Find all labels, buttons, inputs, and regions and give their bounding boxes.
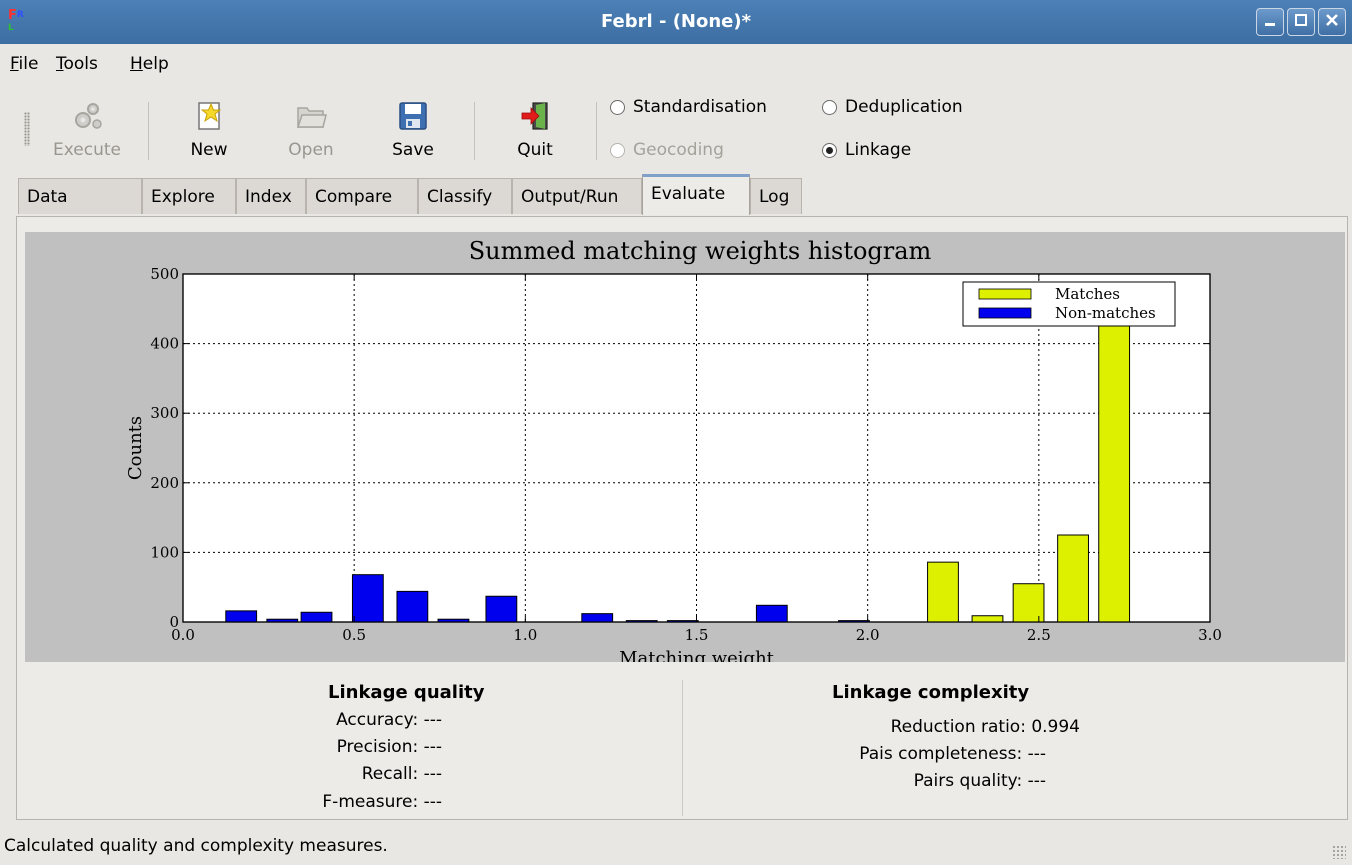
x-tick-label: 2.5 [1027, 626, 1051, 644]
y-tick-label: 200 [150, 474, 179, 492]
radio-indicator [822, 99, 837, 115]
tab-index[interactable]: Index [236, 178, 306, 214]
save-label: Save [392, 140, 434, 160]
status-bar: Calculated quality and complexity measur… [0, 830, 1352, 865]
toolbar: Execute New Open Save Quit Standardisati… [0, 84, 1352, 174]
tab-classify[interactable]: Classify [418, 178, 512, 214]
tab-log[interactable]: Log [750, 178, 802, 214]
stats-divider [682, 680, 683, 816]
linkage-complexity-title: Linkage complexity [832, 682, 1030, 703]
resize-grip[interactable] [1332, 845, 1346, 859]
legend-swatch-matches [978, 288, 1032, 300]
accuracy-value: Accuracy: --- [336, 710, 442, 730]
save-button[interactable]: Save [368, 94, 458, 166]
radio-geocoding[interactable]: Geocoding [610, 140, 724, 160]
execute-label: Execute [53, 140, 121, 160]
radio-standardisation[interactable]: Standardisation [610, 97, 767, 117]
x-tick-label: 2.0 [856, 626, 880, 644]
toolbar-grip[interactable] [24, 112, 30, 146]
maximize-icon [1295, 14, 1307, 26]
y-tick-label: 500 [150, 265, 179, 283]
pairs-completeness-value: Pais completeness: --- [859, 744, 1046, 764]
window-title: Febrl - (None)* [600, 11, 752, 32]
fmeasure-value: F-measure: --- [322, 792, 442, 812]
title-bar: FR L Febrl - (None)* [0, 0, 1352, 44]
x-tick-label: 1.0 [513, 626, 537, 644]
y-tick-label: 100 [150, 543, 179, 561]
bar-non-matches [225, 610, 258, 623]
radio-indicator-selected [822, 142, 837, 158]
minimize-icon [1265, 23, 1275, 26]
radio-deduplication[interactable]: Deduplication [822, 97, 963, 117]
menu-file[interactable]: File [10, 54, 38, 74]
y-tick-label: 0 [169, 613, 179, 631]
menu-tools[interactable]: Tools [56, 54, 98, 74]
y-tick-label: 300 [150, 404, 179, 422]
histogram-panel: Summed matching weights histogram 0.0 0.5… [25, 232, 1345, 662]
bar-non-matches [485, 595, 518, 623]
tab-evaluate[interactable]: Evaluate [642, 174, 750, 215]
chart-title: Summed matching weights histogram [469, 237, 932, 265]
radio-linkage[interactable]: Linkage [822, 140, 911, 160]
maximize-button[interactable] [1287, 8, 1315, 36]
gears-icon [75, 103, 102, 129]
legend-label-matches: Matches [1055, 285, 1120, 303]
minimize-button[interactable] [1256, 8, 1284, 36]
legend-swatch-non-matches [978, 307, 1032, 319]
floppy-disk-icon [399, 102, 427, 130]
bar-matches [1012, 583, 1045, 623]
legend-label-non-matches: Non-matches [1055, 304, 1156, 322]
bar-non-matches [755, 604, 788, 623]
execute-button[interactable]: Execute [42, 94, 132, 166]
linkage-quality-title: Linkage quality [328, 682, 485, 703]
bar-non-matches [396, 590, 429, 623]
bar-non-matches [300, 611, 333, 623]
close-button[interactable] [1318, 8, 1346, 36]
bar-matches [927, 561, 959, 623]
x-tick-label: 0.5 [342, 626, 366, 644]
status-text: Calculated quality and complexity measur… [4, 836, 388, 856]
quit-label: Quit [517, 140, 553, 160]
chart-legend: Matches Non-matches [962, 281, 1176, 327]
folder-open-icon [296, 107, 327, 128]
precision-value: Precision: --- [336, 737, 442, 757]
new-button[interactable]: New [164, 94, 254, 166]
bar-matches [1057, 534, 1089, 623]
open-button[interactable]: Open [266, 94, 356, 166]
new-label: New [190, 140, 228, 160]
x-axis-label: Matching weight [619, 648, 775, 662]
menu-bar: File Tools Help [0, 44, 1352, 84]
bar-matches [1098, 308, 1131, 623]
y-tick-label: 400 [150, 335, 179, 353]
reduction-ratio-value: Reduction ratio: 0.994 [890, 717, 1080, 737]
recall-value: Recall: --- [361, 764, 442, 784]
febrl-window: FR L Febrl - (None)* File Tools Help Exe… [0, 0, 1352, 865]
histogram-chart: Summed matching weights histogram 0.0 0.5… [125, 237, 1222, 662]
tab-compare[interactable]: Compare [306, 178, 418, 214]
bar-non-matches [351, 574, 384, 623]
y-axis-label: Counts [125, 416, 146, 480]
tab-explore[interactable]: Explore [142, 178, 236, 214]
x-tick-label: 3.0 [1198, 626, 1222, 644]
close-icon [1326, 14, 1338, 26]
bar-non-matches [581, 613, 614, 623]
radio-indicator [610, 99, 625, 115]
open-label: Open [288, 140, 334, 160]
exit-door-icon [521, 102, 548, 130]
pairs-quality-value: Pairs quality: --- [913, 771, 1046, 791]
x-tick-label: 1.5 [685, 626, 709, 644]
menu-help[interactable]: Help [130, 54, 169, 74]
tab-output-run[interactable]: Output/Run [512, 178, 642, 214]
bar-matches [971, 615, 1004, 623]
new-document-icon [198, 102, 222, 130]
radio-indicator [610, 142, 625, 158]
quit-button[interactable]: Quit [490, 94, 580, 166]
tab-data[interactable]: Data [18, 178, 142, 214]
